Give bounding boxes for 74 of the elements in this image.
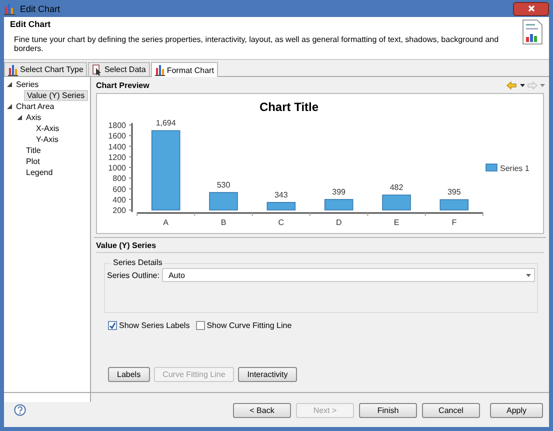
section-heading: Value (Y) Series (96, 238, 544, 253)
cursor-icon (92, 64, 102, 76)
tree-item[interactable]: X-Axis (34, 124, 62, 133)
tree-item[interactable]: Title (24, 146, 43, 155)
checkbox[interactable] (108, 321, 117, 330)
chart-icon (4, 2, 16, 14)
bar (440, 199, 469, 210)
button[interactable]: Cancel (422, 402, 480, 418)
y-tick-label: 1600 (108, 132, 126, 141)
tree-item[interactable]: Value (Y) Series (24, 90, 88, 101)
y-tick-label: 800 (112, 174, 126, 184)
y-tick-label: 200 (112, 206, 126, 215)
close-icon (528, 5, 534, 12)
check-icon (109, 322, 116, 329)
expander-icon[interactable] (7, 82, 12, 87)
chart-icon (154, 64, 165, 76)
dropdown[interactable]: Auto (162, 268, 535, 282)
chart-title: Chart Title (259, 100, 319, 114)
value-label: 395 (447, 188, 461, 197)
value-label: 482 (390, 183, 404, 192)
header-description: Fine tune your chart by defining the series properties, interactivity, layout, as well as general formatting of text, shadows, background and borders. (13, 35, 500, 53)
y-tick-label: 1200 (108, 152, 126, 162)
checkbox-label: Show Curve Fitting Line (206, 321, 292, 330)
tab[interactable]: Select Chart Type (4, 62, 88, 76)
tree-item[interactable]: Legend (24, 168, 55, 177)
button[interactable]: Labels (108, 367, 150, 382)
value-label: 1,694 (156, 118, 176, 128)
x-tick-label: F (452, 218, 457, 227)
caret-icon (526, 274, 531, 276)
checkbox-label: Show Series Labels (119, 321, 190, 330)
y-tick-label: 1000 (108, 164, 126, 172)
bar (382, 194, 411, 210)
y-tick-label: 600 (112, 184, 126, 194)
value-label: 530 (216, 180, 230, 190)
y-tick-label: 1800 (108, 121, 126, 130)
y-tick-label: 1400 (108, 142, 126, 152)
checkbox[interactable] (196, 321, 205, 330)
expander-icon[interactable] (17, 115, 22, 120)
x-tick-label: C (278, 218, 284, 227)
help-icon (14, 404, 26, 416)
panel-heading: Chart Preview (96, 80, 150, 90)
x-tick-label: E (394, 218, 400, 227)
tree-item[interactable]: Y-Axis (34, 135, 60, 144)
button: Curve Fitting Line (154, 367, 234, 382)
header-title: Edit Chart (10, 19, 52, 29)
bar (209, 192, 238, 210)
x-tick-label: A (163, 218, 168, 227)
window-title: Edit Chart (20, 4, 60, 14)
value-label: 399 (332, 187, 346, 196)
value-label: 343 (274, 190, 288, 200)
group-title: Series Details (111, 258, 164, 267)
button[interactable]: Apply (490, 402, 543, 418)
close-button[interactable] (513, 2, 549, 16)
tree-item[interactable]: Series (14, 80, 41, 89)
field-label: Series Outline: (107, 270, 160, 280)
y-tick-label: 400 (112, 195, 126, 204)
button[interactable]: Interactivity (238, 367, 297, 382)
x-tick-label: D (336, 218, 342, 227)
button: Next > (296, 402, 354, 418)
tab[interactable]: Select Data (88, 62, 150, 76)
forward-arrow-icon (526, 80, 546, 90)
tree-item[interactable]: Plot (24, 157, 42, 166)
tree-item[interactable]: Chart Area (14, 102, 56, 111)
chart-icon (8, 64, 18, 76)
button[interactable]: < Back (233, 402, 291, 418)
x-tick-label: B (220, 218, 226, 227)
button[interactable]: Finish (359, 402, 417, 418)
expander-icon[interactable] (7, 104, 12, 109)
tree-item[interactable]: Axis (24, 113, 44, 122)
legend-label: Series 1 (500, 164, 530, 173)
bar (324, 199, 354, 210)
tab[interactable]: Format Chart (150, 62, 218, 77)
bar (266, 202, 296, 210)
back-arrow-icon (506, 80, 526, 90)
